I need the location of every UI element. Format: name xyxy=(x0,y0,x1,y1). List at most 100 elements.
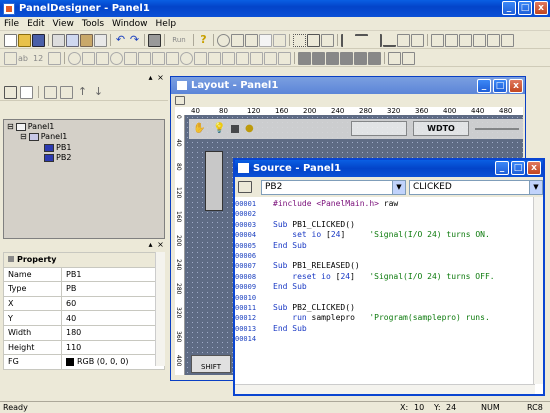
new-item-icon[interactable] xyxy=(44,85,57,99)
menu-help[interactable]: Help xyxy=(152,19,181,29)
zoom-out-icon[interactable] xyxy=(245,33,258,47)
menu-edit[interactable]: Edit xyxy=(23,19,48,29)
slider-icon[interactable] xyxy=(264,51,277,65)
order-icon[interactable] xyxy=(501,33,514,47)
panel-close-icon[interactable]: × xyxy=(156,73,165,82)
property-row[interactable]: Y 40 xyxy=(3,310,165,326)
new-file-icon[interactable] xyxy=(4,33,17,47)
text-icon[interactable] xyxy=(4,51,17,65)
trend-icon[interactable] xyxy=(250,51,263,65)
open-folder-icon[interactable] xyxy=(18,33,31,47)
layout-close-button[interactable]: x xyxy=(509,78,523,93)
frame-icon[interactable] xyxy=(307,33,320,47)
image-icon[interactable] xyxy=(194,51,207,65)
unlock-icon[interactable] xyxy=(402,51,415,65)
code-editor[interactable]: 00001 #include <PanelMain.h> raw 00002 0000… xyxy=(235,197,535,384)
pb1-object[interactable] xyxy=(205,151,223,211)
camera-icon[interactable] xyxy=(238,181,252,193)
property-row[interactable]: Width 180 xyxy=(3,324,165,341)
print-icon[interactable] xyxy=(148,33,161,47)
combobox-icon[interactable] xyxy=(124,51,137,65)
pin-icon[interactable]: ▴ xyxy=(146,240,155,249)
align-middle-icon[interactable] xyxy=(411,33,424,47)
run-button[interactable]: Run xyxy=(168,36,190,44)
code-vertical-scrollbar[interactable] xyxy=(533,197,543,384)
menu-window[interactable]: Window xyxy=(108,19,152,29)
save-icon[interactable] xyxy=(32,33,45,47)
menu-view[interactable]: View xyxy=(49,19,78,29)
ellipse-icon[interactable] xyxy=(180,51,193,65)
property-row[interactable]: X 60 xyxy=(3,295,165,312)
panel-close-icon[interactable]: × xyxy=(156,240,165,249)
group-icon[interactable] xyxy=(298,51,311,65)
tree-node-pb2[interactable]: PB2 xyxy=(44,153,71,162)
property-row[interactable]: FG RGB (0, 0, 0) xyxy=(3,354,165,370)
source-minimize-button[interactable]: _ xyxy=(495,161,509,175)
hand-icon[interactable] xyxy=(273,33,286,47)
radio-icon[interactable] xyxy=(110,51,123,65)
bring-front-icon[interactable] xyxy=(326,51,339,65)
meter-icon[interactable] xyxy=(222,51,235,65)
menu-file[interactable]: File xyxy=(0,19,23,29)
property-row[interactable]: Type PB xyxy=(3,281,165,297)
tree-node-panel[interactable]: ⊟ Panel1 xyxy=(20,132,67,141)
forward-icon[interactable] xyxy=(354,51,367,65)
tree-node-pb1[interactable]: PB1 xyxy=(44,143,71,152)
camera-icon[interactable] xyxy=(4,85,17,99)
redo-icon[interactable]: ↷ xyxy=(128,33,141,47)
align-right-icon[interactable] xyxy=(369,33,382,47)
align-left-icon[interactable] xyxy=(341,33,354,47)
pin-icon[interactable]: ▴ xyxy=(146,73,155,82)
minimize-button[interactable]: _ xyxy=(502,1,516,15)
property-scrollbar[interactable] xyxy=(155,252,165,366)
event-select[interactable]: CLICKED ▼ xyxy=(409,179,543,195)
same-size-icon[interactable] xyxy=(487,33,500,47)
close-button[interactable]: x xyxy=(534,1,548,15)
cut-icon[interactable] xyxy=(52,33,65,47)
zoom-in-icon[interactable] xyxy=(231,33,244,47)
snap-icon[interactable] xyxy=(321,33,334,47)
panel-icon[interactable] xyxy=(278,51,291,65)
lock-icon[interactable] xyxy=(388,51,401,65)
align-top-icon[interactable] xyxy=(355,33,368,47)
tree-node-root[interactable]: ⊟ Panel1 xyxy=(7,122,54,131)
align-center-icon[interactable] xyxy=(397,33,410,47)
zoom-icon[interactable] xyxy=(217,33,230,47)
button-icon[interactable] xyxy=(82,51,95,65)
edit-item-icon[interactable] xyxy=(60,85,73,99)
space-h-icon[interactable] xyxy=(431,33,444,47)
undo-icon[interactable]: ↶ xyxy=(114,33,127,47)
listbox-icon[interactable] xyxy=(138,51,151,65)
grid-icon[interactable] xyxy=(293,33,306,47)
send-back-icon[interactable] xyxy=(340,51,353,65)
pointer-icon[interactable] xyxy=(259,33,272,47)
property-row[interactable]: Height 110 xyxy=(3,339,165,356)
lamp-icon[interactable] xyxy=(68,51,81,65)
code-horizontal-scrollbar[interactable] xyxy=(235,384,535,394)
menu-tools[interactable]: Tools xyxy=(78,19,108,29)
align-bottom-icon[interactable] xyxy=(383,34,396,47)
page-icon[interactable] xyxy=(20,85,33,99)
same-width-icon[interactable] xyxy=(459,33,472,47)
line-icon[interactable] xyxy=(152,51,165,65)
ab-text-icon[interactable]: ab xyxy=(18,54,32,63)
copy-icon[interactable] xyxy=(66,33,79,47)
source-close-button[interactable]: x xyxy=(527,161,541,175)
table-icon[interactable] xyxy=(208,51,221,65)
help-icon[interactable]: ? xyxy=(197,33,210,47)
object-select[interactable]: PB2 ▼ xyxy=(261,179,406,195)
ungroup-icon[interactable] xyxy=(312,51,325,65)
move-up-icon[interactable]: ↑ xyxy=(76,85,89,99)
shift-button[interactable]: SHIFT xyxy=(191,355,231,373)
paste-icon[interactable] xyxy=(80,33,93,47)
layout-minimize-button[interactable]: _ xyxy=(477,78,491,93)
checkbox-icon[interactable] xyxy=(96,51,109,65)
number-text-icon[interactable]: 12 xyxy=(33,54,47,63)
maximize-button[interactable]: □ xyxy=(518,1,532,15)
property-row[interactable]: Name PB1 xyxy=(3,266,165,283)
space-v-icon[interactable] xyxy=(445,33,458,47)
camera-icon[interactable] xyxy=(175,95,185,105)
delete-icon[interactable] xyxy=(94,33,107,47)
backward-icon[interactable] xyxy=(368,51,381,65)
label-icon[interactable] xyxy=(48,51,61,65)
